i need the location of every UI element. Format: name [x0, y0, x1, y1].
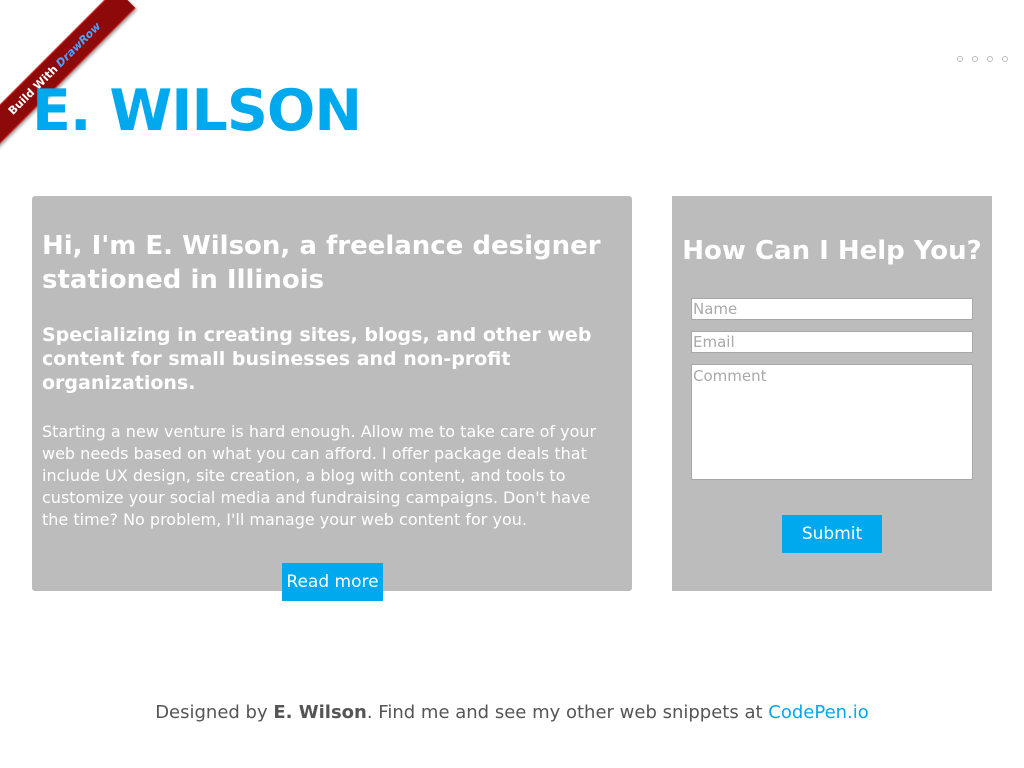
contact-panel: How Can I Help You? Submit	[672, 196, 992, 591]
dot-indicator[interactable]	[987, 56, 993, 62]
comment-field[interactable]	[691, 364, 973, 480]
slide-dots	[957, 56, 1008, 62]
page: Build WithDrawRow E. WILSON Hi, I'm E. W…	[0, 0, 1024, 768]
site-title: E. WILSON	[32, 78, 362, 144]
dot-indicator[interactable]	[957, 56, 963, 62]
footer-middle: . Find me and see my other web snippets …	[366, 702, 769, 723]
dot-indicator[interactable]	[1002, 56, 1008, 62]
dot-indicator[interactable]	[972, 56, 978, 62]
submit-button[interactable]: Submit	[782, 515, 882, 553]
name-field[interactable]	[691, 298, 973, 320]
read-more-button[interactable]: Read more	[282, 563, 383, 601]
codepen-link[interactable]: CodePen.io	[768, 702, 869, 723]
ribbon-brand: DrawRow	[53, 19, 104, 70]
email-field[interactable]	[691, 331, 973, 353]
footer-author: E. Wilson	[273, 702, 367, 723]
intro-subheading: Specializing in creating sites, blogs, a…	[42, 324, 592, 394]
footer-prefix: Designed by	[155, 702, 274, 723]
contact-heading: How Can I Help You?	[682, 236, 982, 266]
intro-body-text: Starting a new venture is hard enough. A…	[42, 422, 597, 529]
intro-heading: Hi, I'm E. Wilson, a freelance designer …	[42, 231, 601, 295]
intro-panel: Hi, I'm E. Wilson, a freelance designer …	[32, 196, 632, 601]
footer: Designed by E. Wilson. Find me and see m…	[0, 701, 1024, 725]
